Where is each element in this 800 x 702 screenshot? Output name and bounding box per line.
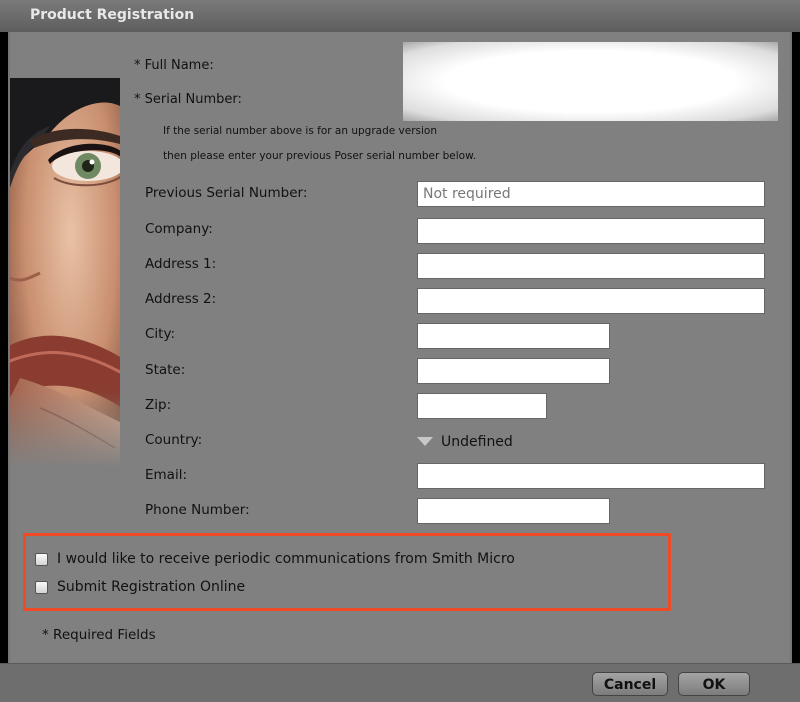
zip-input[interactable] bbox=[417, 393, 547, 419]
submit-online-label[interactable]: Submit Registration Online bbox=[57, 579, 245, 595]
submit-online-checkbox[interactable] bbox=[35, 581, 48, 594]
upgrade-note-line2: then please enter your previous Poser se… bbox=[163, 150, 477, 162]
address1-label: Address 1: bbox=[145, 256, 217, 272]
communications-checkbox[interactable] bbox=[35, 553, 48, 566]
phone-input[interactable] bbox=[417, 498, 610, 524]
options-highlight-box bbox=[23, 533, 671, 611]
serial-number-label: * Serial Number: bbox=[134, 92, 242, 107]
state-label: State: bbox=[145, 362, 186, 378]
company-label: Company: bbox=[145, 221, 213, 237]
state-input[interactable] bbox=[417, 358, 610, 384]
title-bar[interactable]: Product Registration bbox=[0, 0, 800, 32]
zip-label: Zip: bbox=[145, 397, 172, 413]
previous-serial-input[interactable] bbox=[417, 181, 765, 207]
country-label: Country: bbox=[145, 432, 203, 448]
registered-info-redacted bbox=[403, 42, 778, 121]
address2-input[interactable] bbox=[417, 288, 765, 314]
country-dropdown-arrow-icon[interactable] bbox=[417, 437, 433, 446]
address1-input[interactable] bbox=[417, 253, 765, 279]
communications-label[interactable]: I would like to receive periodic communi… bbox=[57, 551, 515, 567]
upgrade-note-line1: If the serial number above is for an upg… bbox=[163, 125, 437, 137]
email-label: Email: bbox=[145, 467, 188, 483]
registration-dialog: Product Registration * Full Name: * Seri… bbox=[0, 0, 800, 702]
required-fields-note: * Required Fields bbox=[42, 627, 156, 643]
window-title: Product Registration bbox=[30, 7, 195, 23]
full-name-label: * Full Name: bbox=[134, 58, 214, 73]
company-input[interactable] bbox=[417, 218, 765, 244]
address2-label: Address 2: bbox=[145, 291, 217, 307]
phone-label: Phone Number: bbox=[145, 502, 250, 518]
city-input[interactable] bbox=[417, 323, 610, 349]
previous-serial-label: Previous Serial Number: bbox=[145, 185, 308, 201]
ok-button[interactable]: OK bbox=[678, 672, 750, 696]
city-label: City: bbox=[145, 326, 176, 342]
cancel-button[interactable]: Cancel bbox=[592, 672, 668, 696]
email-input[interactable] bbox=[417, 463, 765, 489]
country-select[interactable]: Undefined bbox=[441, 434, 513, 450]
portrait-image bbox=[10, 78, 120, 468]
